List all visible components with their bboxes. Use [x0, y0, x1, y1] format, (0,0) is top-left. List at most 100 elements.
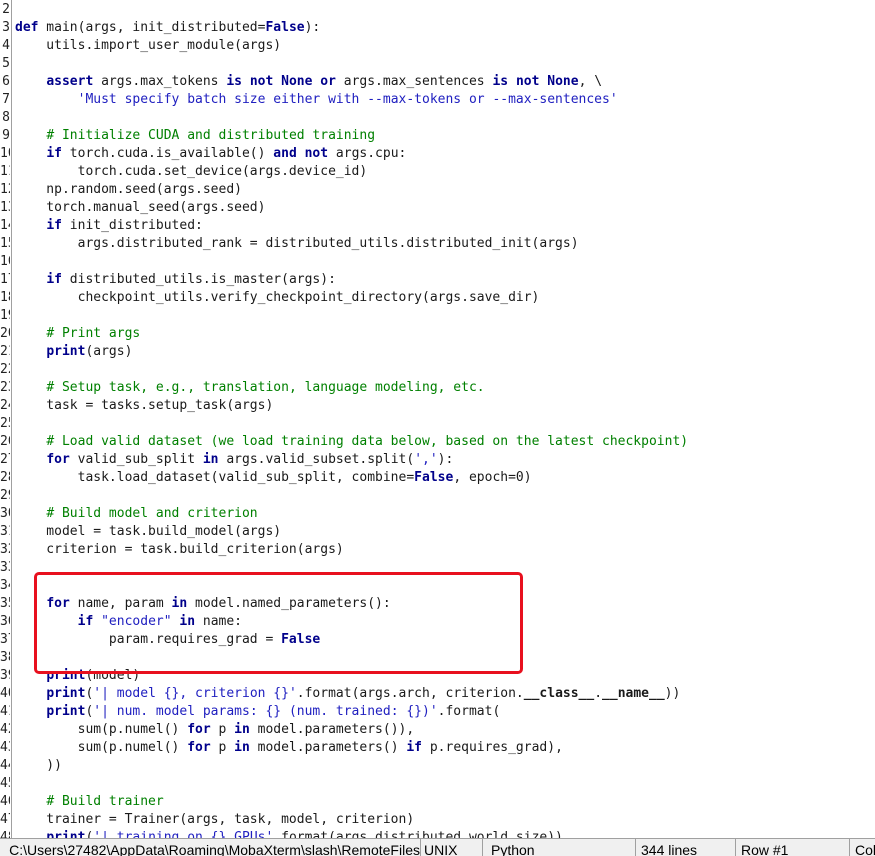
line-text: # Setup task, e.g., translation, languag… — [15, 379, 484, 397]
code-token: trainer = Trainer(args, task, model, cri… — [15, 812, 415, 827]
line-number: 5 — [2, 56, 10, 71]
code-line: 20 # Print args — [0, 325, 875, 343]
line-text: np.random.seed(args.seed) — [15, 181, 242, 199]
code-token: sum(p.numel() — [15, 740, 188, 755]
language-indicator[interactable]: Python — [483, 839, 636, 856]
code-token: model = task.build_model(args) — [15, 524, 282, 539]
line-text: if torch.cuda.is_available() and not arg… — [15, 145, 406, 163]
code-token: in — [234, 722, 250, 737]
line-number: 28 — [0, 470, 10, 485]
code-token: name, param — [69, 596, 172, 611]
code-line: 13 torch.manual_seed(args.seed) — [0, 199, 875, 217]
code-token: )) — [664, 686, 681, 701]
code-token: # Build model and criterion — [46, 506, 258, 521]
line-endings-indicator[interactable]: UNIX — [421, 839, 483, 856]
code-token: __name__ — [602, 686, 665, 701]
line-text: # Print args — [15, 325, 140, 343]
code-token: torch.manual_seed(args.seed) — [15, 200, 266, 215]
code-line: 10 if torch.cuda.is_available() and not … — [0, 145, 875, 163]
line-number: 41 — [0, 704, 10, 719]
line-count: 344 lines — [636, 839, 736, 856]
line-text: for name, param in model.named_parameter… — [15, 595, 390, 613]
code-token: args.max_tokens — [93, 74, 227, 89]
code-token: model.parameters() — [249, 740, 407, 755]
code-token: in — [234, 740, 250, 755]
line-number: 30 — [0, 506, 10, 521]
line-text: if init_distributed: — [15, 217, 203, 235]
line-text: param.requires_grad = False — [15, 631, 320, 649]
line-number: 16 — [0, 254, 10, 269]
code-editor[interactable]: 2 3 def main(args, init_distributed=False)… — [0, 0, 875, 838]
code-line: 26 # Load valid dataset (we load trainin… — [0, 433, 875, 451]
line-number: 6 — [2, 74, 10, 89]
code-line: 23 # Setup task, e.g., translation, lang… — [0, 379, 875, 397]
line-number: 7 — [2, 92, 10, 107]
code-token: init_distributed: — [61, 218, 203, 233]
code-token: (args) — [85, 344, 133, 359]
code-token: '| model {}, criterion {}' — [93, 686, 297, 701]
line-text: print(args) — [15, 343, 132, 361]
code-token: print — [46, 704, 86, 719]
code-token: torch.cuda.set_device(args.device_id) — [15, 164, 368, 179]
code-token: '| num. model params: {} (num. trained: … — [93, 704, 438, 719]
code-token: .format(args.arch, criterion. — [296, 686, 524, 701]
file-path: C:\Users\27482\AppData\Roaming\MobaXterm… — [0, 839, 421, 856]
line-number: 17 — [0, 272, 10, 287]
code-token: False — [265, 20, 305, 35]
code-token: p — [210, 740, 235, 755]
code-token: # Load valid dataset (we load training d… — [46, 434, 689, 449]
code-token: # Build trainer — [46, 794, 164, 809]
code-token: args.cpu: — [328, 146, 407, 161]
code-token: "encoder" — [101, 614, 172, 629]
code-line: 47 trainer = Trainer(args, task, model, … — [0, 811, 875, 829]
code-token: task.load_dataset(valid_sub_split, combi… — [15, 470, 415, 485]
line-number: 19 — [0, 308, 10, 323]
code-line: 7 'Must specify batch size either with -… — [0, 91, 875, 109]
code-token: if — [46, 146, 62, 161]
line-text: for valid_sub_split in args.valid_subset… — [15, 451, 453, 469]
line-number: 46 — [0, 794, 10, 809]
code-token: args.max_sentences — [335, 74, 493, 89]
status-bar: C:\Users\27482\AppData\Roaming\MobaXterm… — [0, 838, 875, 856]
line-number: 10 — [0, 146, 10, 161]
line-text: # Build model and criterion — [15, 505, 258, 523]
code-line: 11 torch.cuda.set_device(args.device_id) — [0, 163, 875, 181]
code-line: 29 — [0, 487, 875, 505]
line-text: model = task.build_model(args) — [15, 523, 281, 541]
code-token: __class__ — [523, 686, 595, 701]
line-number: 8 — [2, 110, 10, 125]
line-number: 35 — [0, 596, 10, 611]
line-number: 31 — [0, 524, 10, 539]
code-line: 27 for valid_sub_split in args.valid_sub… — [0, 451, 875, 469]
code-token: print — [46, 686, 86, 701]
code-token: is not None or — [226, 74, 336, 89]
line-text: # Initialize CUDA and distributed traini… — [15, 127, 375, 145]
line-text: # Build trainer — [15, 793, 164, 811]
code-token: name: — [195, 614, 243, 629]
code-token: # Print args — [46, 326, 141, 341]
code-line: 34 — [0, 577, 875, 595]
code-token: print — [46, 830, 86, 838]
code-line: 4 utils.import_user_module(args) — [0, 37, 875, 55]
line-text: sum(p.numel() for p in model.parameters(… — [15, 721, 415, 739]
line-text: assert args.max_tokens is not None or ar… — [15, 73, 602, 91]
code-token: args.valid_subset.split( — [218, 452, 415, 467]
line-text: sum(p.numel() for p in model.parameters(… — [15, 739, 563, 757]
code-token: def — [15, 20, 39, 35]
code-token: False — [281, 632, 321, 647]
code-line: 33 — [0, 559, 875, 577]
line-number: 9 — [2, 128, 10, 143]
line-number: 29 — [0, 488, 10, 503]
code-token: (model) — [85, 668, 141, 683]
code-line: 31 model = task.build_model(args) — [0, 523, 875, 541]
code-token: assert — [46, 74, 94, 89]
line-number: 24 — [0, 398, 10, 413]
